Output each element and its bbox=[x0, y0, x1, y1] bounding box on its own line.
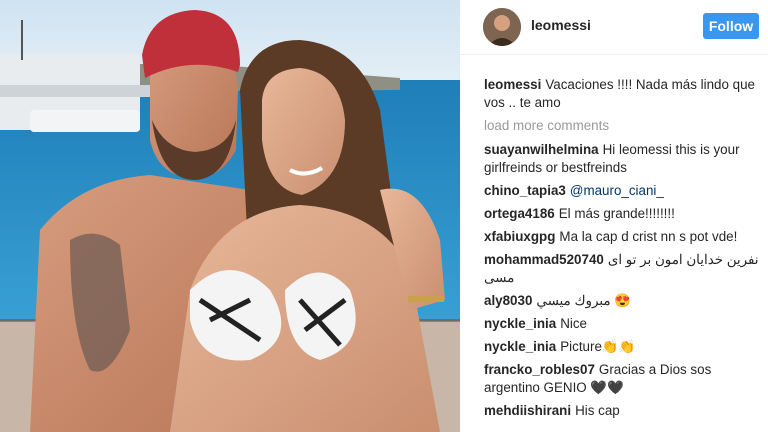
load-more-comments-link[interactable]: load more comments bbox=[484, 117, 764, 135]
comment-username[interactable]: mehdiishirani bbox=[484, 403, 571, 418]
comment-item: xfabiuxgpg Ma la cap d crist nn s pot vde… bbox=[484, 228, 764, 246]
comment-item: chino_tapia3 @mauro_ciani_ bbox=[484, 182, 764, 200]
post-header: leomessi Follow bbox=[460, 0, 768, 55]
comment-item: ortega4186 El más grande!!!!!!!! bbox=[484, 205, 764, 223]
comment-item: aly8030 مبروك ميسي 😍 bbox=[484, 292, 764, 310]
comment-text: Ma la cap d crist nn s pot vde! bbox=[559, 229, 738, 244]
comment-item: nyckle_inia Picture👏👏 bbox=[484, 338, 764, 356]
caption-username[interactable]: leomessi bbox=[484, 77, 541, 92]
comment-item: suayanwilhelmina Hi leomessi this is your… bbox=[484, 141, 764, 177]
avatar[interactable] bbox=[483, 8, 521, 46]
comment-username[interactable]: chino_tapia3 bbox=[484, 183, 566, 198]
photo-image bbox=[0, 0, 460, 432]
comment-username[interactable]: aly8030 bbox=[484, 293, 532, 308]
comment-item: francko_robles07 Gracias a Dios sos argen… bbox=[484, 361, 764, 397]
comments-list: leomessi Vacaciones !!!! Nada más lindo q… bbox=[484, 76, 764, 425]
post-sidebar: leomessi Follow leomessi Vacaciones !!!! … bbox=[460, 0, 768, 432]
comment-item: mehdiishirani His cap bbox=[484, 402, 764, 420]
comment-text: El más grande!!!!!!!! bbox=[558, 206, 675, 221]
comment-text: Picture👏👏 bbox=[560, 339, 636, 354]
comment-username[interactable]: nyckle_inia bbox=[484, 339, 556, 354]
comment-item: mohammad520740 نفرین خدایان امون بر تو ای… bbox=[484, 251, 764, 287]
comment-item: nyckle_inia Nice bbox=[484, 315, 764, 333]
avatar-image bbox=[483, 8, 521, 46]
comment-text: Nice bbox=[560, 316, 588, 331]
mention-link[interactable]: @mauro_ciani_ bbox=[570, 183, 664, 198]
comment-username[interactable]: nyckle_inia bbox=[484, 316, 556, 331]
comment-username[interactable]: ortega4186 bbox=[484, 206, 555, 221]
comment-username[interactable]: mohammad520740 bbox=[484, 252, 604, 267]
follow-button[interactable]: Follow bbox=[703, 13, 759, 39]
caption: leomessi Vacaciones !!!! Nada más lindo q… bbox=[484, 76, 764, 112]
comment-username[interactable]: francko_robles07 bbox=[484, 362, 595, 377]
comment-text: مبروك ميسي 😍 bbox=[536, 293, 631, 308]
post-photo[interactable] bbox=[0, 0, 460, 432]
username[interactable]: leomessi bbox=[531, 17, 591, 33]
comment-text: His cap bbox=[575, 403, 620, 418]
comment-username[interactable]: suayanwilhelmina bbox=[484, 142, 599, 157]
comment-username[interactable]: xfabiuxgpg bbox=[484, 229, 555, 244]
